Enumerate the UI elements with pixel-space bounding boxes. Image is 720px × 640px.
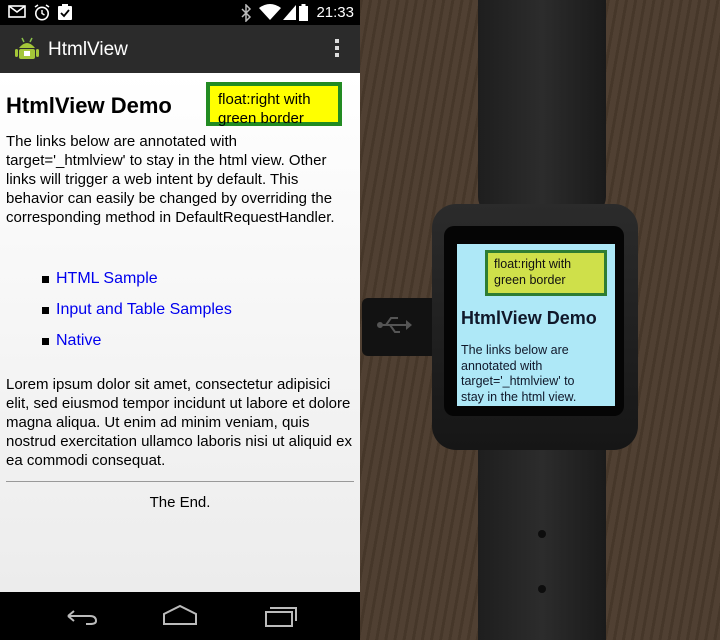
- link-input-table-samples[interactable]: Input and Table Samples: [56, 301, 232, 318]
- bullet-icon: [42, 307, 49, 314]
- list-item: Input and Table Samples: [40, 298, 232, 329]
- overflow-dot: [335, 46, 339, 50]
- android-icon[interactable]: [14, 36, 40, 62]
- watch-float-right-box: float:right with green border: [485, 250, 607, 296]
- float-right-box: float:right with green border: [206, 82, 342, 127]
- bluetooth-icon: [241, 4, 252, 22]
- wifi-icon: [259, 4, 281, 20]
- list-item: HTML Sample: [40, 267, 232, 298]
- bullet-icon: [42, 338, 49, 345]
- watch-photo: float:right with green border HtmlView D…: [360, 0, 720, 640]
- back-icon[interactable]: [60, 602, 100, 630]
- watch-intro-paragraph: The links below are annotated with targe…: [461, 343, 577, 404]
- link-native[interactable]: Native: [56, 332, 101, 349]
- gmail-icon: [8, 5, 26, 18]
- phone-screenshot: 21:33 HtmlView float:right with green bo…: [0, 0, 360, 640]
- bullet-icon: [42, 276, 49, 283]
- link-list: HTML Sample Input and Table Samples Nati…: [40, 267, 232, 360]
- overflow-menu-icon[interactable]: [332, 37, 342, 61]
- navigation-bar: [0, 592, 360, 640]
- status-bar: 21:33: [0, 0, 360, 25]
- alarm-icon: [34, 4, 50, 21]
- html-view-content[interactable]: float:right with green border HtmlView D…: [0, 73, 360, 592]
- watch-page-title: HtmlView Demo: [461, 308, 597, 328]
- watch-screen[interactable]: float:right with green border HtmlView D…: [457, 244, 615, 406]
- strap-hole: [538, 585, 546, 593]
- link-html-sample[interactable]: HTML Sample: [56, 270, 158, 287]
- watch-strap-top: [478, 0, 606, 215]
- recent-apps-icon[interactable]: [260, 602, 300, 630]
- strap-hole: [538, 530, 546, 538]
- charging-cradle: [362, 298, 442, 356]
- lorem-paragraph: Lorem ipsum dolor sit amet, consectetur …: [6, 376, 353, 469]
- list-item: Native: [40, 329, 232, 360]
- horizontal-rule: [6, 481, 354, 482]
- smartwatch: float:right with green border HtmlView D…: [432, 204, 638, 450]
- overflow-dot: [335, 39, 339, 43]
- watch-strap-bottom: [478, 430, 606, 640]
- overflow-dot: [335, 53, 339, 57]
- intro-paragraph: The links below are annotated with targe…: [6, 133, 335, 226]
- action-bar: HtmlView: [0, 25, 360, 73]
- home-icon[interactable]: [160, 602, 200, 630]
- app-title: HtmlView: [48, 39, 128, 60]
- status-clock: 21:33: [316, 4, 354, 21]
- signal-icon: [283, 5, 296, 20]
- page-title: HtmlView Demo: [6, 93, 172, 118]
- the-end-text: The End.: [149, 494, 211, 511]
- clipboard-check-icon: [58, 4, 72, 20]
- usb-icon: [377, 317, 412, 333]
- battery-icon: [299, 4, 308, 21]
